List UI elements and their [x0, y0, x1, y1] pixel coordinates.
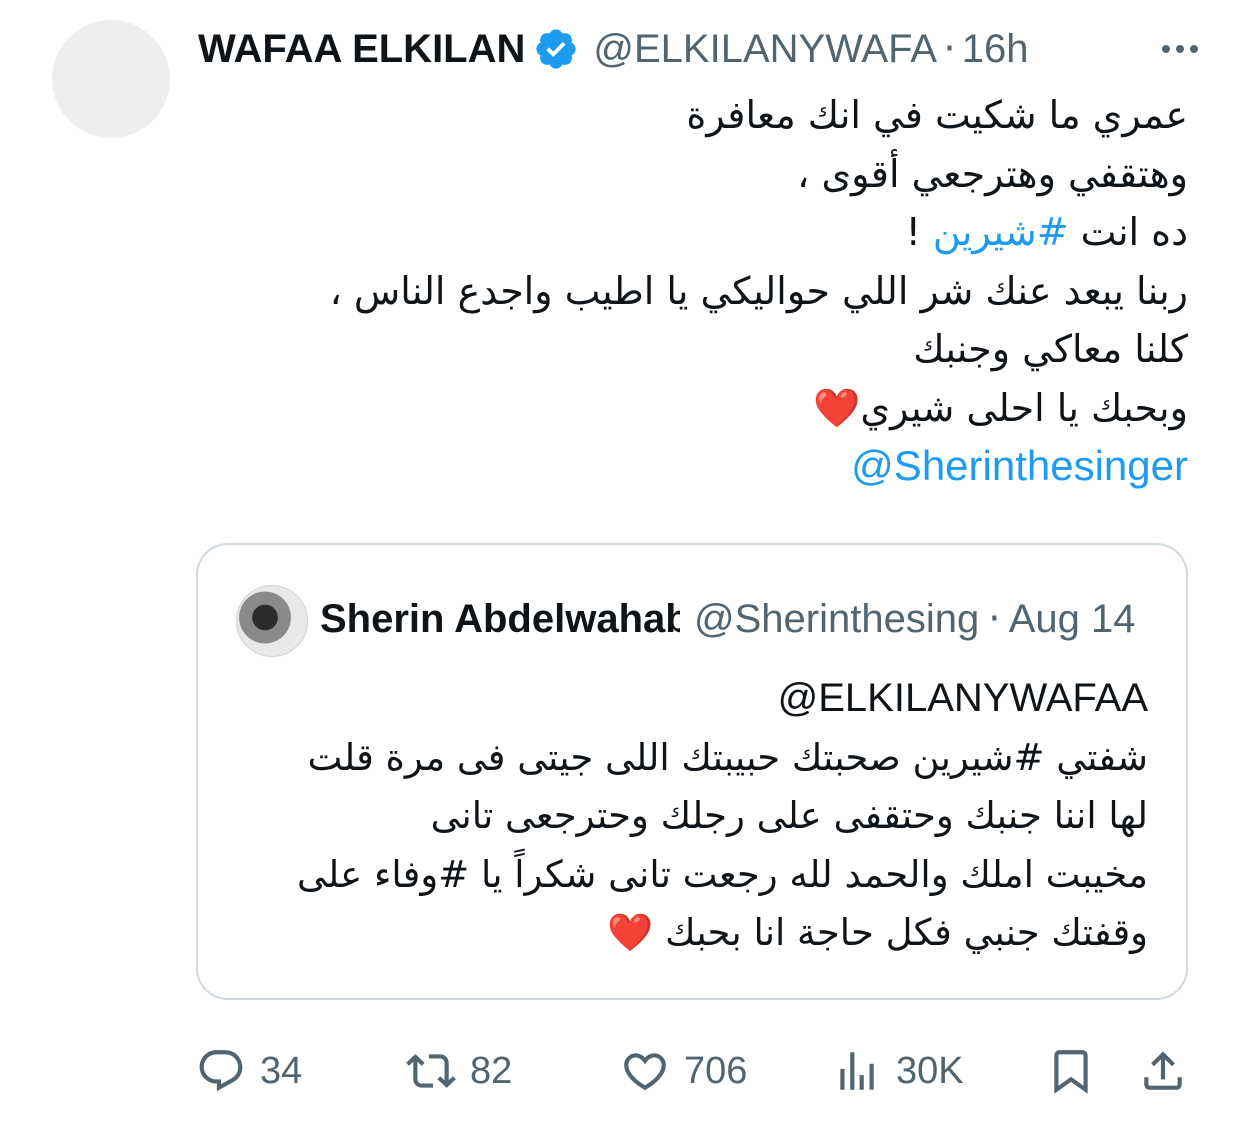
- tweet-line: وبحبك يا احلى شيري❤️: [208, 379, 1188, 438]
- quoted-line: لها اننا جنبك وحتقفى على رجلك وحترجعى تا…: [430, 794, 1148, 837]
- separator-dot: ·: [943, 26, 956, 72]
- tweet-line: عمري ما شكيت في انك معافرة: [686, 93, 1188, 137]
- views-count: 30K: [896, 1049, 964, 1092]
- quoted-author-name: Sherin Abdelwahab: [320, 596, 680, 641]
- quoted-line-text: وقفتك جنبي فكل حاجة انا بحبك: [665, 911, 1148, 954]
- tweet-line: وهتقفي وهترجعي أقوى ،: [797, 151, 1188, 196]
- author-name[interactable]: WAFAA ELKILAN: [198, 27, 525, 72]
- quoted-tweet-card[interactable]: Sherin Abdelwahab @Sherinthesinger · Aug…: [196, 543, 1188, 1000]
- separator-dot: ·: [988, 596, 1001, 642]
- tweet-line-text: ده انت: [1080, 210, 1188, 254]
- heart-emoji-icon: ❤️: [813, 385, 861, 430]
- tweet-line: ربنا يبعد عنك شر اللي حواليكي يا اطيب وا…: [329, 268, 1188, 313]
- tweet-time[interactable]: 16h: [962, 27, 1029, 72]
- tweet-line: كلنا معاكي وجنبك: [913, 327, 1188, 371]
- quoted-tweet-header: Sherin Abdelwahab @Sherinthesinger · Aug…: [320, 591, 1152, 647]
- views-button[interactable]: 30K: [832, 1040, 964, 1102]
- tweet-actions-bar: 34 82 706 30K: [196, 1040, 1188, 1102]
- tweet-line: ده انت #شيرين !: [208, 203, 1188, 262]
- tweet-line-text: !: [905, 210, 921, 254]
- mention-link[interactable]: @Sherinthesinger: [851, 442, 1188, 489]
- quoted-author-avatar[interactable]: [236, 585, 308, 657]
- repost-button[interactable]: 82: [406, 1040, 512, 1102]
- reply-count: 34: [260, 1049, 303, 1092]
- quoted-mention: @ELKILANYWAFAA: [777, 676, 1148, 720]
- reply-icon: [199, 1050, 243, 1092]
- author-handle[interactable]: @ELKILANYWAFA: [593, 27, 937, 72]
- like-count: 706: [684, 1049, 748, 1092]
- hashtag-link[interactable]: #شيرين: [933, 210, 1069, 254]
- repost-icon: [406, 1054, 456, 1088]
- bookmark-button[interactable]: [1046, 1040, 1096, 1102]
- share-button[interactable]: [1138, 1040, 1188, 1102]
- views-icon: [840, 1052, 874, 1090]
- tweet-text: عمري ما شكيت في انك معافرة وهتقفي وهترجع…: [208, 86, 1188, 497]
- tweet-line: @Sherinthesinger: [208, 437, 1188, 497]
- reply-button[interactable]: 34: [196, 1040, 302, 1102]
- like-icon: [624, 1053, 666, 1091]
- quoted-tweet-time: Aug 14: [1008, 596, 1136, 641]
- tweet-line-text: وبحبك يا احلى شيري: [860, 385, 1188, 430]
- author-avatar[interactable]: [52, 20, 170, 138]
- verified-badge-icon: [536, 29, 577, 69]
- share-icon: [1144, 1051, 1182, 1090]
- heart-emoji-icon: ❤️: [607, 911, 654, 954]
- repost-count: 82: [470, 1049, 513, 1092]
- quoted-tweet-text: @ELKILANYWAFAA شفتي #شيرين صحبتك حبيبتك …: [228, 669, 1148, 963]
- tweet-header: WAFAA ELKILAN @ELKILANYWAFA · 16h: [198, 22, 1198, 76]
- quoted-line: شفتي #شيرين صحبتك حبيبتك اللى جيتى فى مر…: [307, 735, 1149, 779]
- bookmark-icon: [1054, 1050, 1088, 1094]
- quoted-author-handle: @Sherinthesinger: [694, 596, 980, 641]
- more-icon[interactable]: [1162, 22, 1198, 76]
- quoted-line: وقفتك جنبي فكل حاجة انا بحبك ❤️: [228, 904, 1148, 963]
- quoted-line: مخيبت املك والحمد لله رجعت تانى شكراً يا…: [297, 852, 1148, 896]
- like-button[interactable]: 706: [620, 1040, 747, 1102]
- quoted-line: @ELKILANYWAFAA: [228, 669, 1148, 729]
